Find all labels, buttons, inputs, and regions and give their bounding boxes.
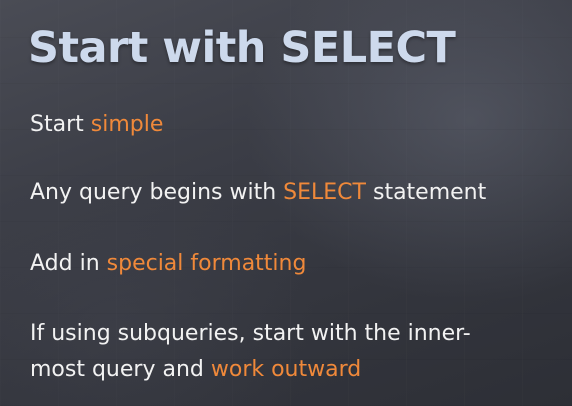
bullet-subqueries: If using subqueries, start with the inne… bbox=[30, 316, 471, 388]
bullet-special-formatting: Add in special formatting bbox=[30, 246, 306, 282]
highlight-text: work outward bbox=[210, 357, 362, 382]
bullet-start-simple: Start simple bbox=[30, 107, 163, 143]
slide-title: Start with SELECT bbox=[28, 23, 456, 73]
highlight-text: SELECT bbox=[283, 180, 366, 205]
bullet-text: Start bbox=[30, 112, 91, 137]
bullet-text: most query and bbox=[30, 357, 211, 382]
bullet-select-statement: Any query begins with SELECT statement bbox=[30, 175, 486, 211]
bullet-text-after: statement bbox=[365, 180, 487, 205]
bullet-text: Any query begins with bbox=[30, 180, 284, 205]
bullet-text-line1: If using subqueries, start with the inne… bbox=[30, 321, 471, 346]
bullet-text: Add in bbox=[30, 251, 107, 276]
highlight-text: simple bbox=[90, 112, 164, 137]
highlight-text: special formatting bbox=[106, 251, 307, 276]
presentation-slide: Start with SELECT Start simple Any query… bbox=[0, 0, 572, 406]
